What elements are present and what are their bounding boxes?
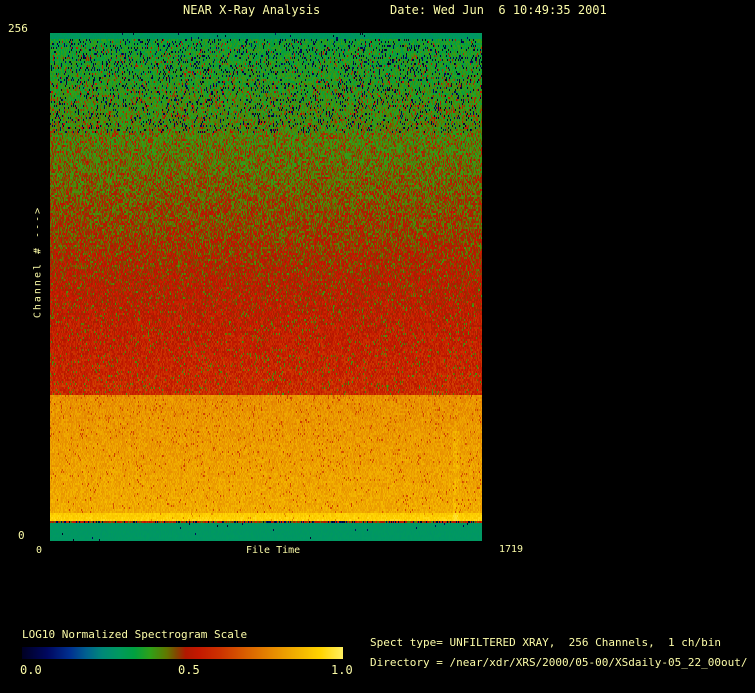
colorbar-max-label: 1.0 <box>331 663 353 677</box>
x-axis-min-label: 0 <box>36 545 43 556</box>
page-title: NEAR X-Ray Analysis <box>183 3 321 17</box>
spect-type-line: Spect type= UNFILTERED XRAY, 256 Channel… <box>370 636 721 649</box>
spectrogram-heatmap <box>50 33 482 541</box>
y-axis-min-label: 0 <box>18 529 25 542</box>
x-axis-max-label: 1719 <box>499 544 524 555</box>
date-label: Date: Wed Jun 6 10:49:35 2001 <box>390 3 607 17</box>
near-xray-analysis-window: { "window": {"background": "#000000", "t… <box>0 0 755 693</box>
x-axis-title: File Time <box>246 545 301 556</box>
colorbar-min-label: 0.0 <box>20 663 42 677</box>
directory-line: Directory = /near/xdr/XRS/2000/05-00/XSd… <box>370 656 748 669</box>
y-axis-max-label: 256 <box>8 22 28 35</box>
colorbar-mid-label: 0.5 <box>178 663 200 677</box>
y-axis-title: Channel # ---> <box>32 205 44 319</box>
colorbar-gradient <box>22 647 343 659</box>
colorbar-title: LOG10 Normalized Spectrogram Scale <box>22 628 248 641</box>
